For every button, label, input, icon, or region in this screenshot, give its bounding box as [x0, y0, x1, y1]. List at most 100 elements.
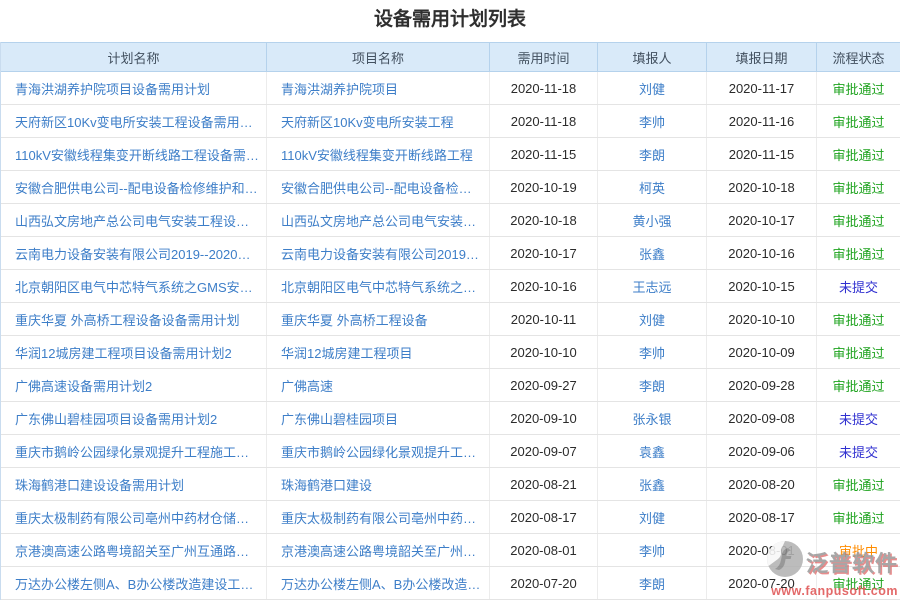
table-row: 110kV安徽线程集变开断线路工程设备需用计划 110kV安徽线程集变开断线路工…	[1, 138, 900, 171]
need-date-value: 2020-08-17	[490, 501, 598, 533]
fill-date-value: 2020-08-20	[707, 468, 817, 500]
project-name-link[interactable]: 京港澳高速公路粤境韶关至广州互通...	[281, 541, 483, 560]
filler-link[interactable]: 张鑫	[639, 244, 665, 263]
filler-link[interactable]: 张永银	[632, 409, 671, 428]
plan-name-link[interactable]: 110kV安徽线程集变开断线路工程设备需用计划	[15, 145, 260, 164]
plan-name-link[interactable]: 重庆华夏 外高桥工程设备设备需用计划	[15, 310, 240, 329]
plan-name-link[interactable]: 安徽合肥供电公司--配电设备检修维护和改造...	[15, 178, 260, 197]
need-date-value: 2020-10-19	[490, 171, 598, 203]
plan-name-link[interactable]: 广东佛山碧桂园项目设备需用计划2	[15, 409, 217, 428]
fill-date-value: 2020-10-10	[707, 303, 817, 335]
plan-name-link[interactable]: 万达办公楼左侧A、B办公楼改造建设工程设备...	[15, 574, 260, 593]
project-name-link[interactable]: 北京朝阳区电气中芯特气系统之GMS...	[281, 277, 483, 296]
table-body: 青海洪湖养护院项目设备需用计划 青海洪湖养护院项目 2020-11-18 刘健 …	[1, 72, 900, 600]
status-badge: 审批通过	[817, 303, 900, 335]
plan-name-link[interactable]: 青海洪湖养护院项目设备需用计划	[15, 79, 210, 98]
plan-name-link[interactable]: 云南电力设备安装有限公司2019--2020年度劳...	[15, 244, 260, 263]
need-date-value: 2020-11-15	[490, 138, 598, 170]
filler-link[interactable]: 王志远	[632, 277, 671, 296]
need-date-value: 2020-09-10	[490, 402, 598, 434]
table-row: 广佛高速设备需用计划2 广佛高速 2020-09-27 李朗 2020-09-2…	[1, 369, 900, 402]
plan-name-link[interactable]: 重庆太极制药有限公司亳州中药材仓储物流基...	[15, 508, 260, 527]
need-date-value: 2020-09-27	[490, 369, 598, 401]
header-cell-fill-date: 填报日期	[707, 43, 817, 71]
project-name-link[interactable]: 110kV安徽线程集变开断线路工程	[281, 145, 473, 164]
fill-date-value: 2020-11-17	[707, 72, 817, 104]
table-row: 北京朝阳区电气中芯特气系统之GMS安装设备... 北京朝阳区电气中芯特气系统之G…	[1, 270, 900, 303]
plan-name-link[interactable]: 山西弘文房地产总公司电气安装工程设备需用...	[15, 211, 260, 230]
fill-date-value: 2020-10-09	[707, 336, 817, 368]
filler-link[interactable]: 李帅	[639, 112, 665, 131]
filler-link[interactable]: 李帅	[639, 541, 665, 560]
need-date-value: 2020-10-17	[490, 237, 598, 269]
need-date-value: 2020-10-18	[490, 204, 598, 236]
project-name-link[interactable]: 天府新区10Kv变电所安装工程	[281, 112, 454, 131]
filler-link[interactable]: 刘健	[639, 79, 665, 98]
filler-link[interactable]: 张鑫	[639, 475, 665, 494]
project-name-link[interactable]: 青海洪湖养护院项目	[281, 79, 398, 98]
filler-link[interactable]: 刘健	[639, 310, 665, 329]
project-name-link[interactable]: 华润12城房建工程项目	[281, 343, 412, 362]
fill-date-value: 2020-10-15	[707, 270, 817, 302]
table-row: 青海洪湖养护院项目设备需用计划 青海洪湖养护院项目 2020-11-18 刘健 …	[1, 72, 900, 105]
project-name-link[interactable]: 重庆太极制药有限公司亳州中药材仓...	[281, 508, 483, 527]
fill-date-value: 2020-09-28	[707, 369, 817, 401]
project-name-link[interactable]: 山西弘文房地产总公司电气安装工程	[281, 211, 483, 230]
table-row: 珠海鹤港口建设设备需用计划 珠海鹤港口建设 2020-08-21 张鑫 2020…	[1, 468, 900, 501]
fill-date-value: 2020-10-17	[707, 204, 817, 236]
table-row: 重庆华夏 外高桥工程设备设备需用计划 重庆华夏 外高桥工程设备 2020-10-…	[1, 303, 900, 336]
filler-link[interactable]: 李朗	[639, 376, 665, 395]
plan-name-link[interactable]: 广佛高速设备需用计划2	[15, 376, 152, 395]
status-badge: 未提交	[817, 402, 900, 434]
project-name-link[interactable]: 重庆市鹅岭公园绿化景观提升工程施工	[281, 442, 483, 461]
header-cell-project-name: 项目名称	[267, 43, 490, 71]
fill-date-value: 2020-09-06	[707, 435, 817, 467]
header-cell-status: 流程状态	[817, 43, 900, 71]
status-badge: 审批通过	[817, 369, 900, 401]
plan-name-link[interactable]: 珠海鹤港口建设设备需用计划	[15, 475, 184, 494]
table-row: 山西弘文房地产总公司电气安装工程设备需用... 山西弘文房地产总公司电气安装工程…	[1, 204, 900, 237]
plan-name-link[interactable]: 天府新区10Kv变电所安装工程设备需用计划	[15, 112, 260, 131]
status-badge: 审批通过	[817, 336, 900, 368]
project-name-link[interactable]: 珠海鹤港口建设	[281, 475, 372, 494]
project-name-link[interactable]: 云南电力设备安装有限公司2019--202...	[281, 244, 483, 263]
filler-link[interactable]: 李朗	[639, 574, 665, 593]
fill-date-value: 2020-11-16	[707, 105, 817, 137]
plan-name-link[interactable]: 重庆市鹅岭公园绿化景观提升工程施工设备需...	[15, 442, 260, 461]
need-date-value: 2020-10-16	[490, 270, 598, 302]
header-cell-need-date: 需用时间	[490, 43, 598, 71]
plan-table: 计划名称 项目名称 需用时间 填报人 填报日期 流程状态 青海洪湖养护院项目设备…	[0, 42, 900, 600]
need-date-value: 2020-08-21	[490, 468, 598, 500]
fill-date-value: 2020-10-16	[707, 237, 817, 269]
table-row: 广东佛山碧桂园项目设备需用计划2 广东佛山碧桂园项目 2020-09-10 张永…	[1, 402, 900, 435]
status-badge: 审批通过	[817, 204, 900, 236]
fill-date-value: 2020-08-01	[707, 534, 817, 566]
fill-date-value: 2020-11-15	[707, 138, 817, 170]
status-badge: 审批通过	[817, 468, 900, 500]
status-badge: 审批通过	[817, 72, 900, 104]
project-name-link[interactable]: 广佛高速	[281, 376, 333, 395]
filler-link[interactable]: 柯英	[639, 178, 665, 197]
table-row: 安徽合肥供电公司--配电设备检修维护和改造... 安徽合肥供电公司--配电设备检…	[1, 171, 900, 204]
plan-name-link[interactable]: 北京朝阳区电气中芯特气系统之GMS安装设备...	[15, 277, 260, 296]
fill-date-value: 2020-10-18	[707, 171, 817, 203]
status-badge: 审批通过	[817, 105, 900, 137]
status-badge: 审批通过	[817, 171, 900, 203]
table-row: 万达办公楼左侧A、B办公楼改造建设工程设备... 万达办公楼左侧A、B办公楼改造…	[1, 567, 900, 600]
project-name-link[interactable]: 万达办公楼左侧A、B办公楼改造建设...	[281, 574, 483, 593]
plan-name-link[interactable]: 京港澳高速公路粤境韶关至广州互通路面改造...	[15, 541, 260, 560]
project-name-link[interactable]: 重庆华夏 外高桥工程设备	[281, 310, 428, 329]
filler-link[interactable]: 刘健	[639, 508, 665, 527]
filler-link[interactable]: 袁鑫	[639, 442, 665, 461]
fill-date-value: 2020-09-08	[707, 402, 817, 434]
project-name-link[interactable]: 安徽合肥供电公司--配电设备检修维...	[281, 178, 483, 197]
fill-date-value: 2020-07-20	[707, 567, 817, 599]
plan-name-link[interactable]: 华润12城房建工程项目设备需用计划2	[15, 343, 232, 362]
filler-link[interactable]: 黄小强	[632, 211, 671, 230]
need-date-value: 2020-10-11	[490, 303, 598, 335]
filler-link[interactable]: 李朗	[639, 145, 665, 164]
project-name-link[interactable]: 广东佛山碧桂园项目	[281, 409, 398, 428]
need-date-value: 2020-11-18	[490, 105, 598, 137]
filler-link[interactable]: 李帅	[639, 343, 665, 362]
table-header: 计划名称 项目名称 需用时间 填报人 填报日期 流程状态	[1, 42, 900, 72]
